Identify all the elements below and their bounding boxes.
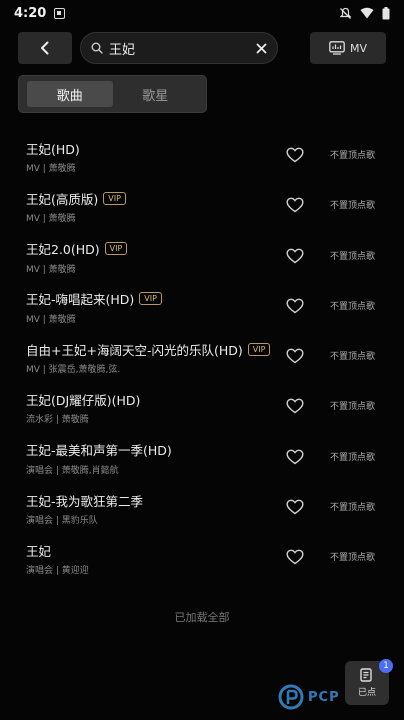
song-title-line: 自由+王妃+海阔天空-闪光的乐队(HD) VIP xyxy=(26,340,271,358)
search-input[interactable]: 王妃 xyxy=(80,32,278,64)
song-title: 自由+王妃+海阔天空-闪光的乐队(HD) xyxy=(26,342,243,358)
watermark: PCP xyxy=(278,684,340,710)
favorite-heart-icon[interactable] xyxy=(286,499,304,515)
song-title: 王妃(HD) xyxy=(26,141,80,157)
order-song-button[interactable]: 不置顶点歌 xyxy=(330,249,375,262)
song-subtitle: 演唱会 | 黄迎迎 xyxy=(26,566,89,577)
song-title-line: 王妃(HD) xyxy=(26,139,80,157)
favorite-heart-icon[interactable] xyxy=(286,248,304,264)
favorite-heart-icon[interactable] xyxy=(286,549,304,565)
favorite-heart-icon[interactable] xyxy=(286,398,304,414)
favorite-heart-icon[interactable] xyxy=(286,298,304,314)
notification-icon xyxy=(54,7,66,19)
order-song-button[interactable]: 不置顶点歌 xyxy=(330,148,375,161)
song-title-line: 王妃(高质版) VIP xyxy=(26,189,126,207)
song-title-line: 王妃2.0(HD) VIP xyxy=(26,240,128,258)
song-row[interactable]: 王妃-最美和声第一季(HD) 演唱会 | 萧敬腾,肖懿航 不置顶点歌 xyxy=(0,432,404,482)
vip-badge: VIP xyxy=(247,342,271,356)
ordered-songs-button[interactable]: 1 已点 xyxy=(345,659,393,705)
order-song-button[interactable]: 不置顶点歌 xyxy=(330,450,375,463)
vip-badge: VIP xyxy=(104,242,128,256)
favorite-heart-icon[interactable] xyxy=(286,449,304,465)
song-subtitle: MV | 张震岳,萧敬腾,弦. xyxy=(26,365,121,376)
favorite-heart-icon[interactable] xyxy=(286,197,304,213)
status-icons xyxy=(339,6,390,20)
tab-songs[interactable]: 歌曲 xyxy=(27,81,113,107)
mv-icon xyxy=(329,41,345,55)
ordered-count-badge: 1 xyxy=(379,659,393,673)
song-title-line: 王妃 xyxy=(26,541,51,559)
song-subtitle: MV | 萧敬腾 xyxy=(26,314,76,325)
song-title: 王妃 xyxy=(26,543,52,559)
song-row[interactable]: 王妃(HD) MV | 萧敬腾 不置顶点歌 xyxy=(0,130,404,180)
wifi-icon xyxy=(360,7,374,19)
song-list: 王妃(HD) MV | 萧敬腾 不置顶点歌 王妃(高质版) VIP MV | 萧敬腾 不置顶… xyxy=(0,130,404,583)
song-row[interactable]: 王妃2.0(HD) VIP MV | 萧敬腾 不置顶点歌 xyxy=(0,231,404,281)
mv-label: MV xyxy=(349,41,367,55)
favorite-heart-icon[interactable] xyxy=(286,147,304,163)
mute-icon xyxy=(339,7,352,19)
order-song-button[interactable]: 不置顶点歌 xyxy=(330,550,375,563)
loaded-all-text: 已加载全部 xyxy=(174,611,230,624)
song-title-line: 王妃-我为歌狂第二季 xyxy=(26,491,143,509)
back-button[interactable] xyxy=(18,32,72,64)
status-bar: 4:20 xyxy=(0,0,404,26)
song-title: 王妃-最美和声第一季(HD) xyxy=(26,443,172,459)
song-subtitle: 演唱会 | 萧敬腾,肖懿航 xyxy=(26,465,119,476)
status-time: 4:20 xyxy=(14,5,47,21)
mv-button[interactable]: MV xyxy=(310,32,386,64)
song-title: 王妃(高质版) xyxy=(26,191,99,207)
pcp-logo-icon xyxy=(278,684,304,710)
watermark-text: PCP xyxy=(308,689,340,705)
song-subtitle: MV | 萧敬腾 xyxy=(26,164,76,174)
order-song-button[interactable]: 不置顶点歌 xyxy=(330,399,375,412)
order-song-button[interactable]: 不置顶点歌 xyxy=(330,299,375,312)
order-song-button[interactable]: 不置顶点歌 xyxy=(330,349,375,362)
song-subtitle: MV | 萧敬腾 xyxy=(26,214,76,225)
song-title: 王妃2.0(HD) xyxy=(26,242,100,258)
chevron-left-icon xyxy=(41,41,49,55)
search-tabs: 歌曲 歌星 xyxy=(18,75,207,113)
song-title-line: 王妃-嗨唱起来(HD) VIP xyxy=(26,290,162,308)
search-value: 王妃 xyxy=(109,42,136,58)
song-row[interactable]: 王妃-嗨唱起来(HD) VIP MV | 萧敬腾 不置顶点歌 xyxy=(0,281,404,331)
vip-badge: VIP xyxy=(103,191,126,205)
song-row[interactable]: 王妃-我为歌狂第二季演唱会 | 黑豹乐队 不置顶点歌 xyxy=(0,482,404,532)
vip-badge: VIP xyxy=(139,292,162,306)
song-title: 王妃(DJ耀仔版)(HD) xyxy=(26,392,141,408)
battery-icon xyxy=(382,6,390,19)
playlist-icon xyxy=(360,668,372,682)
favorite-heart-icon[interactable] xyxy=(286,348,304,364)
song-title-line: 王妃(DJ耀仔版)(HD) xyxy=(26,390,140,408)
top-bar: 王妃 MV xyxy=(0,30,404,66)
song-row[interactable]: 王妃演唱会 | 黄迎迎 不置顶点歌 xyxy=(0,532,404,582)
clear-icon[interactable] xyxy=(256,43,267,54)
song-row[interactable]: 王妃(高质版) VIP MV | 萧敬腾 不置顶点歌 xyxy=(0,180,404,230)
song-subtitle: 演唱会 | 黑豹乐队 xyxy=(26,516,98,527)
ordered-label: 已点 xyxy=(357,688,376,698)
song-row[interactable]: 王妃(DJ耀仔版)(HD) 流水彩 | 萧敬腾 不置顶点歌 xyxy=(0,381,404,431)
order-song-button[interactable]: 不置顶点歌 xyxy=(330,500,375,513)
song-title: 王妃-我为歌狂第二季 xyxy=(26,493,144,509)
song-row[interactable]: 自由+王妃+海阔天空-闪光的乐队(HD) VIP MV | 张震岳,萧敬腾,弦. 不置… xyxy=(0,331,404,381)
search-icon xyxy=(91,42,103,54)
song-subtitle: MV | 萧敬腾 xyxy=(26,264,76,275)
tab-singers[interactable]: 歌星 xyxy=(113,81,199,107)
song-title-line: 王妃-最美和声第一季(HD) xyxy=(26,441,172,459)
song-title: 王妃-嗨唱起来(HD) xyxy=(26,292,135,308)
song-subtitle: 流水彩 | 萧敬腾 xyxy=(26,415,89,426)
order-song-button[interactable]: 不置顶点歌 xyxy=(330,198,375,211)
